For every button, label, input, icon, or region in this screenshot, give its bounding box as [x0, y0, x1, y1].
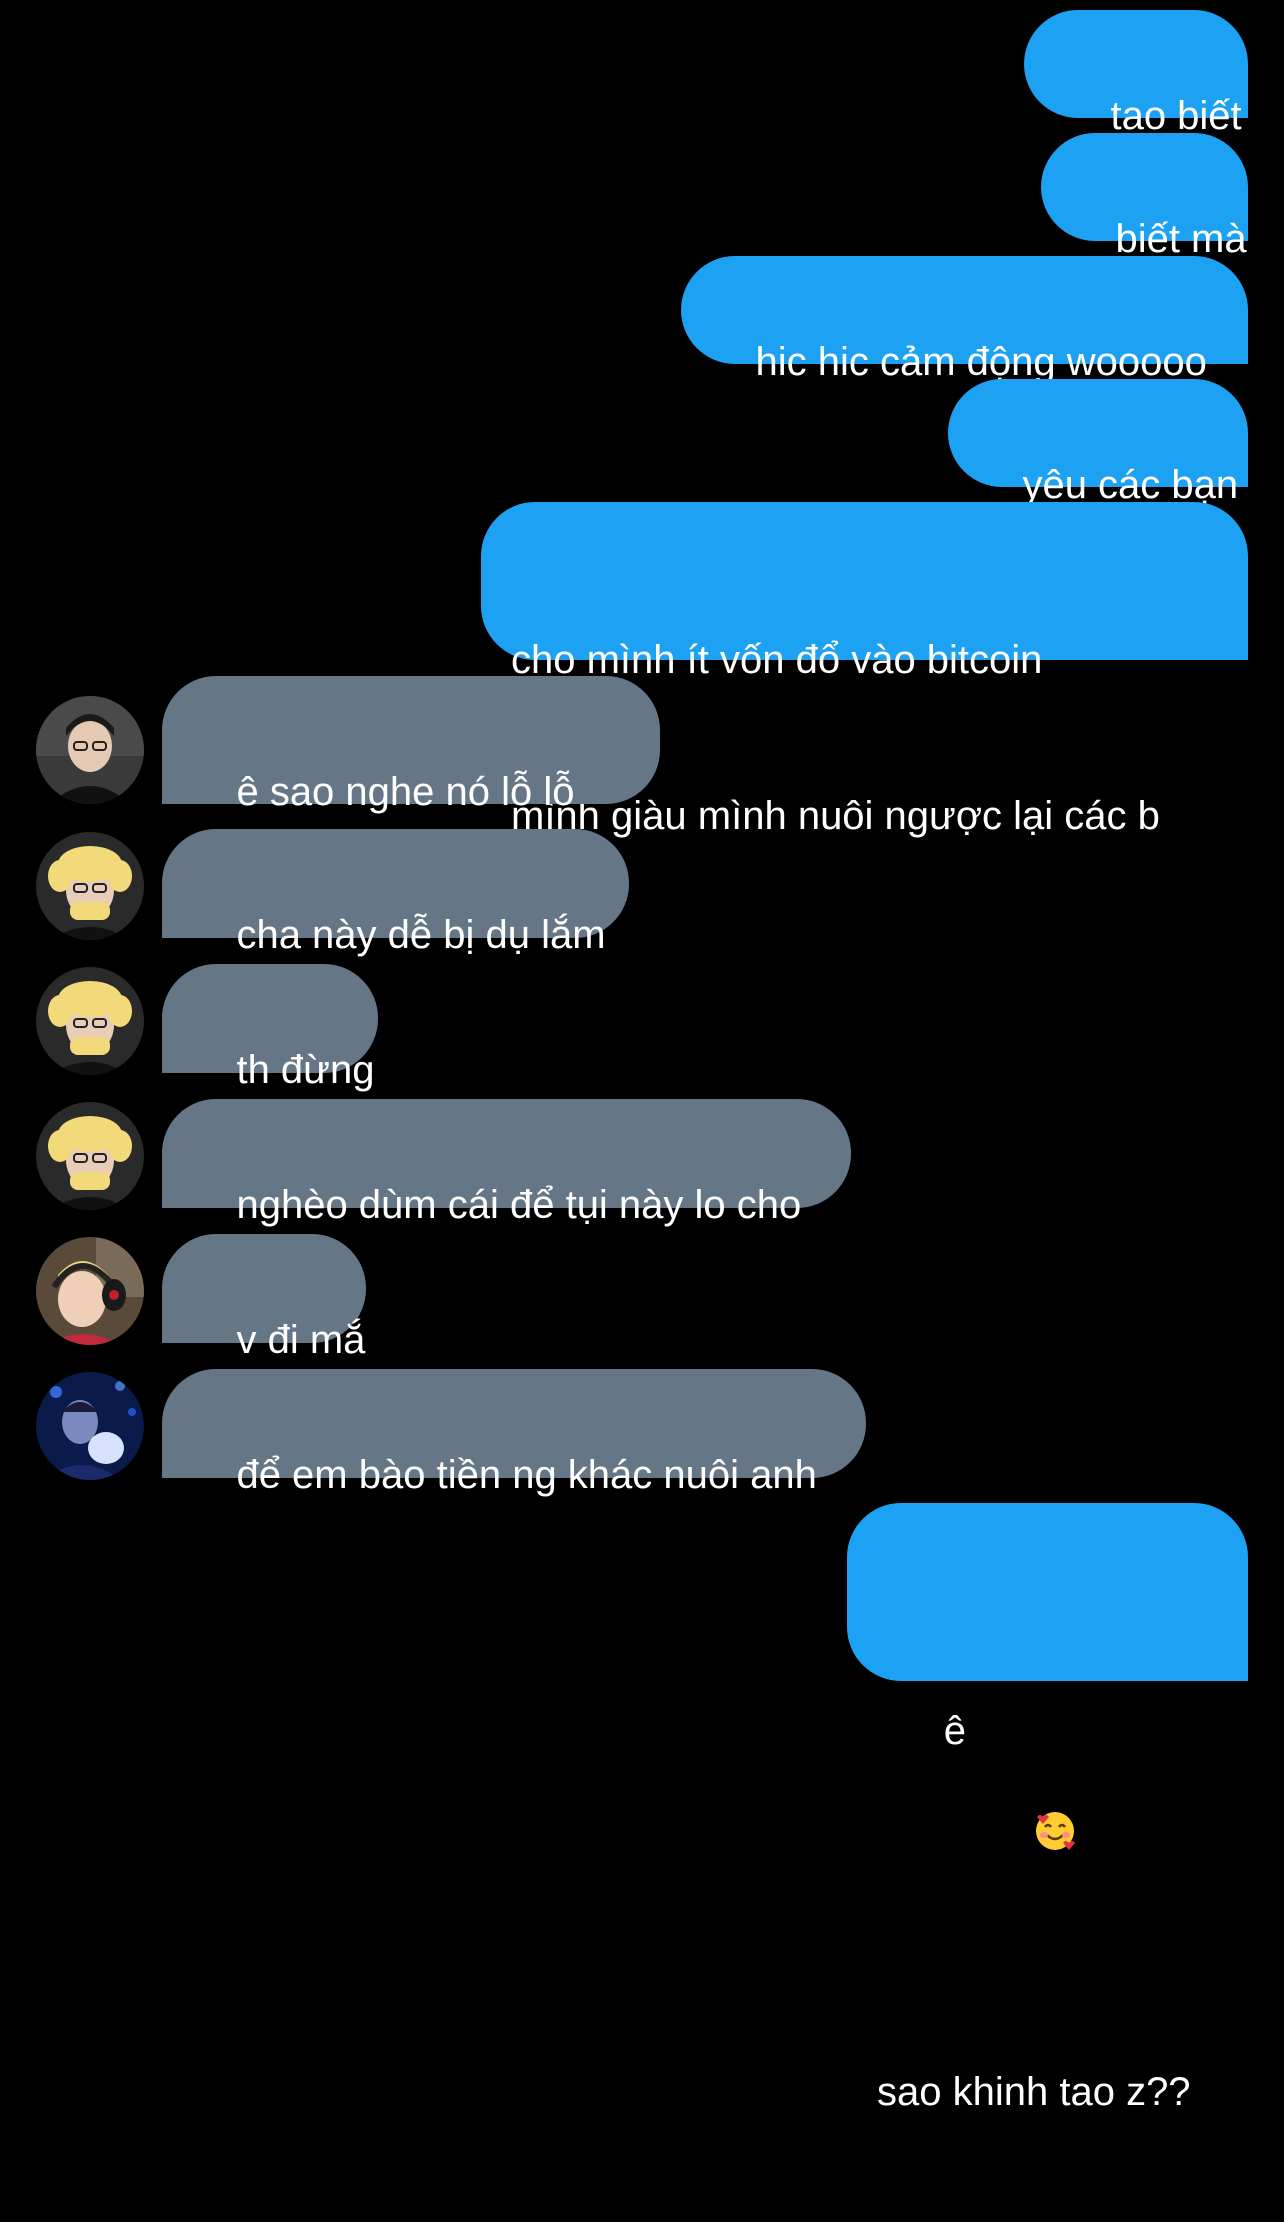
message-text: nghèo dùm cái để tụi này lo cho: [236, 1183, 802, 1227]
message-text: cha này dễ bị dụ lắm: [236, 913, 606, 957]
smiling-face-with-hearts-icon: [944, 1757, 1075, 1850]
message-text: th đừng: [236, 1048, 375, 1092]
sent-message-bubble[interactable]: ê sao khinh tao z??: [847, 1503, 1248, 2114]
avatar-photo-icon: [36, 1102, 144, 1210]
sent-message-bubble[interactable]: hic hic cảm động wooooo: [681, 256, 1248, 384]
message-text: v đi mắ: [236, 1318, 366, 1362]
user-avatar-2[interactable]: [36, 832, 144, 940]
avatar-photo-icon: [36, 1237, 144, 1345]
message-text: biết mà: [1115, 217, 1247, 261]
message-text: để em bào tiền ng khác nuôi anh: [236, 1453, 817, 1497]
user-avatar-4[interactable]: [36, 1372, 144, 1480]
message-text: yêu các bạn: [1022, 463, 1239, 507]
sent-message-bubble[interactable]: biết mà: [1041, 133, 1248, 261]
chat-thread: tao biết biết mà hic hic cảm động wooooo…: [0, 0, 1284, 2114]
message-text: ê: [943, 1709, 966, 1753]
avatar-photo-icon: [36, 1372, 144, 1480]
received-message-bubble[interactable]: để em bào tiền ng khác nuôi anh: [162, 1369, 866, 1497]
received-message-bubble[interactable]: ê sao nghe nó lỗ lỗ: [162, 676, 660, 911]
avatar-photo-icon: [36, 696, 144, 804]
received-message-bubble[interactable]: th đừng: [162, 964, 378, 1092]
user-avatar-1[interactable]: [36, 696, 144, 804]
received-message-bubble[interactable]: cha này dễ bị dụ lắm: [162, 829, 629, 957]
message-text: tao biết: [1110, 94, 1242, 138]
received-message-bubble[interactable]: nghèo dùm cái để tụi này lo cho: [162, 1099, 851, 1227]
avatar-photo-icon: [36, 967, 144, 1075]
avatar-photo-icon: [36, 832, 144, 940]
message-text-line: sao khinh tao z??: [877, 2070, 1191, 2114]
user-avatar-2[interactable]: [36, 1102, 144, 1210]
user-avatar-2[interactable]: [36, 967, 144, 1075]
message-text: hic hic cảm động wooooo: [755, 340, 1207, 384]
message-text: ê sao nghe nó lỗ lỗ: [236, 770, 575, 814]
user-avatar-3[interactable]: [36, 1237, 144, 1345]
sent-message-bubble[interactable]: tao biết: [1024, 10, 1248, 138]
message-text-line: ê: [877, 1653, 1218, 1962]
sent-message-bubble[interactable]: yêu các bạn: [948, 379, 1248, 507]
sent-message-bubble[interactable]: cho mình ít vốn đổ vào bitcoin mình giàu…: [481, 502, 1248, 838]
received-message-bubble[interactable]: v đi mắ: [162, 1234, 366, 1362]
